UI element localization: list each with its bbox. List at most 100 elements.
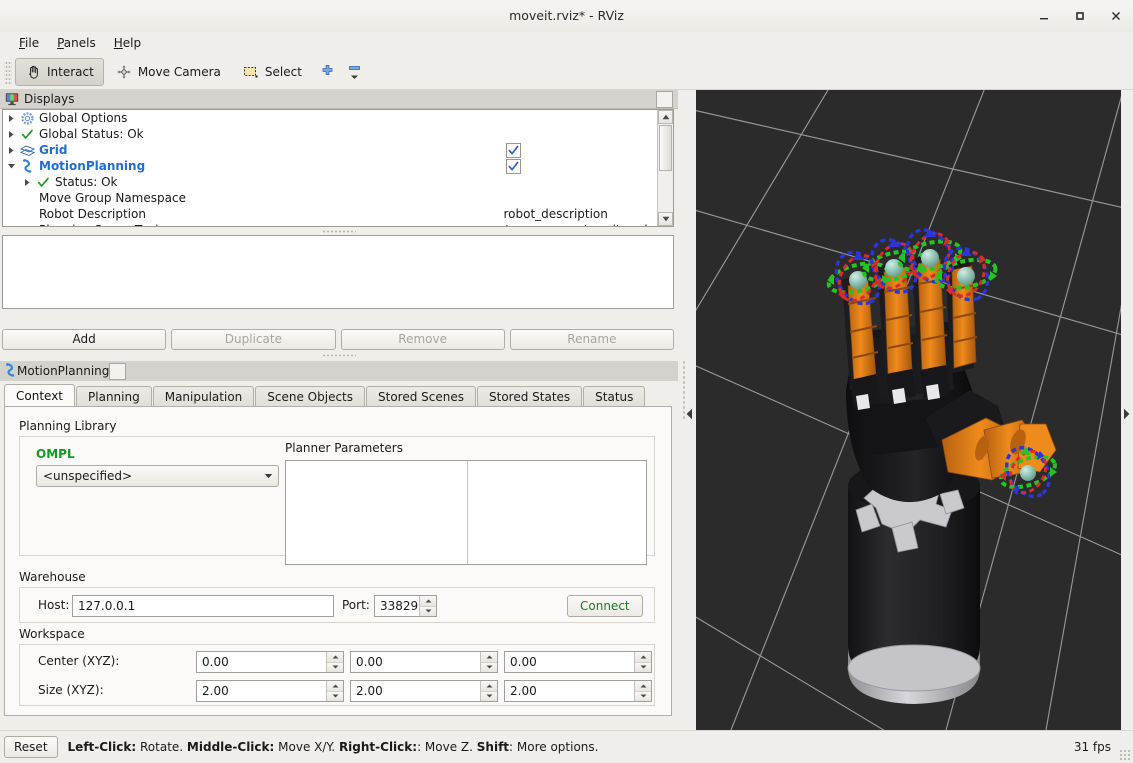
spinner-down-icon[interactable] (420, 606, 436, 616)
close-icon[interactable] (1107, 7, 1125, 25)
tree-item-motionplanning[interactable]: MotionPlanning (3, 158, 498, 174)
motionplanning-enabled-checkbox[interactable] (506, 158, 522, 174)
toolbar-grip[interactable] (4, 59, 12, 84)
center-z-input[interactable]: 0.00 (504, 651, 652, 673)
connect-button[interactable]: Connect (567, 595, 643, 617)
tree-item-global-options[interactable]: Global Options (3, 110, 498, 126)
displays-float-button[interactable] (656, 90, 673, 108)
spinner-down-icon[interactable] (481, 662, 497, 672)
resize-grip[interactable] (1119, 749, 1131, 761)
spinner-down-icon[interactable] (327, 662, 343, 672)
spinner-up-icon[interactable] (635, 681, 651, 692)
expander-collapsed-icon[interactable] (3, 126, 19, 142)
spinner-down-icon[interactable] (481, 691, 497, 701)
remove-button[interactable]: Remove (340, 329, 505, 350)
tab-context[interactable]: Context (4, 384, 76, 407)
hint-middle-click-action: Move X/Y. (274, 740, 339, 754)
spinner-up-icon[interactable] (481, 652, 497, 663)
rename-button[interactable]: Rename (509, 329, 674, 350)
spinner-down-icon[interactable] (635, 691, 651, 701)
size-z-input[interactable]: 2.00 (504, 680, 652, 702)
center-y-spinner[interactable] (480, 652, 497, 672)
size-y-input[interactable]: 2.00 (350, 680, 498, 702)
port-input[interactable]: 33829 (374, 595, 437, 617)
tree-label: Robot Description (39, 207, 146, 221)
tree-label: Planning Scene Topic (36, 223, 165, 226)
center-x-spinner[interactable] (326, 652, 343, 672)
tool-move-camera[interactable]: Move Camera (106, 58, 231, 86)
remove-tool-button[interactable] (342, 59, 368, 85)
add-tool-button[interactable] (314, 59, 342, 85)
spinner-down-icon[interactable] (635, 662, 651, 672)
grid-enabled-checkbox[interactable] (506, 142, 522, 158)
menu-help-rest: elp (122, 36, 142, 50)
expander-expanded-icon[interactable] (3, 158, 19, 174)
expander-collapsed-icon[interactable] (19, 174, 35, 190)
center-x-input[interactable]: 0.00 (196, 651, 344, 673)
window-title: moveit.rviz* - RViz (509, 8, 624, 23)
check-icon (35, 174, 52, 190)
planner-parameters-table[interactable] (285, 460, 647, 565)
menu-file[interactable]: File (10, 34, 48, 52)
add-button[interactable]: Add (2, 329, 167, 350)
tool-select[interactable]: Select (233, 58, 312, 86)
hint-shift-label: Shift (476, 740, 510, 754)
scrollbar-thumb[interactable] (659, 125, 672, 171)
displays-tree-scrollbar[interactable] (657, 110, 673, 226)
maximize-icon[interactable] (1071, 7, 1089, 25)
size-x-spinner[interactable] (326, 681, 343, 701)
panels-splitter[interactable] (0, 353, 678, 358)
spinner-up-icon[interactable] (481, 681, 497, 692)
tab-status[interactable]: Status (583, 386, 646, 407)
tab-manipulation[interactable]: Manipulation (152, 386, 255, 407)
displays-splitter[interactable] (0, 229, 678, 234)
spinner-up-icon[interactable] (635, 652, 651, 663)
planner-select[interactable]: <unspecified> (36, 465, 279, 487)
tab-planning[interactable]: Planning (76, 386, 152, 407)
host-input[interactable]: 127.0.0.1 (72, 595, 334, 617)
scroll-up-icon[interactable] (658, 110, 673, 124)
spinner-down-icon[interactable] (327, 691, 343, 701)
center-y-input[interactable]: 0.00 (350, 651, 498, 673)
tree-item-grid[interactable]: Grid (3, 142, 498, 158)
expander-collapsed-icon[interactable] (3, 110, 19, 126)
menu-panels[interactable]: Panels (48, 34, 105, 52)
center-z-spinner[interactable] (634, 652, 651, 672)
motionplanning-float-button[interactable] (109, 362, 127, 380)
tree-item-move-group-namespace[interactable]: Move Group Namespace (3, 190, 498, 206)
display-properties-area[interactable] (2, 235, 674, 309)
hint-left-click-label: Left-Click: (67, 740, 137, 754)
size-x-input[interactable]: 2.00 (196, 680, 344, 702)
view-splitter-right[interactable] (1121, 90, 1133, 730)
scroll-down-icon[interactable] (658, 212, 673, 226)
port-spinner[interactable] (419, 596, 436, 616)
tree-item-robot-description[interactable]: Robot Description (3, 206, 498, 222)
expand-right-panel-icon[interactable] (1123, 408, 1130, 423)
size-z-spinner[interactable] (634, 681, 651, 701)
spinner-up-icon[interactable] (420, 596, 436, 607)
menu-help[interactable]: Help (105, 34, 150, 52)
render-view-3d[interactable] (696, 90, 1133, 730)
tree-label: MotionPlanning (39, 159, 146, 173)
spinner-up-icon[interactable] (327, 652, 343, 663)
size-y-spinner[interactable] (480, 681, 497, 701)
tree-item-global-status[interactable]: Global Status: Ok (3, 126, 498, 142)
tree-item-planning-scene-topic[interactable]: Planning Scene Topic (3, 222, 498, 226)
tab-stored-scenes[interactable]: Stored Scenes (366, 386, 476, 407)
displays-buttons: Add Duplicate Remove Rename (2, 329, 674, 350)
expander-collapsed-icon[interactable] (3, 142, 19, 158)
tool-interact[interactable]: Interact (15, 57, 104, 86)
tab-stored-states[interactable]: Stored States (477, 386, 583, 407)
reset-button[interactable]: Reset (4, 736, 58, 758)
collapse-left-panel-icon[interactable] (686, 408, 693, 423)
tree-item-status[interactable]: Status: Ok (3, 174, 498, 190)
minimize-icon[interactable] (1035, 7, 1053, 25)
robot-description-value[interactable]: robot_description (499, 206, 657, 222)
view-splitter-left[interactable] (678, 90, 696, 730)
spinner-up-icon[interactable] (327, 681, 343, 692)
planning-scene-topic-value[interactable]: /move_group/monitored (499, 222, 657, 226)
duplicate-button[interactable]: Duplicate (171, 329, 336, 350)
tool-bar: Interact Move Camera Select (0, 54, 1133, 90)
tab-scene-objects[interactable]: Scene Objects (255, 386, 365, 407)
displays-tree[interactable]: Global Options Global Status: Ok Grid Mo… (2, 109, 674, 227)
